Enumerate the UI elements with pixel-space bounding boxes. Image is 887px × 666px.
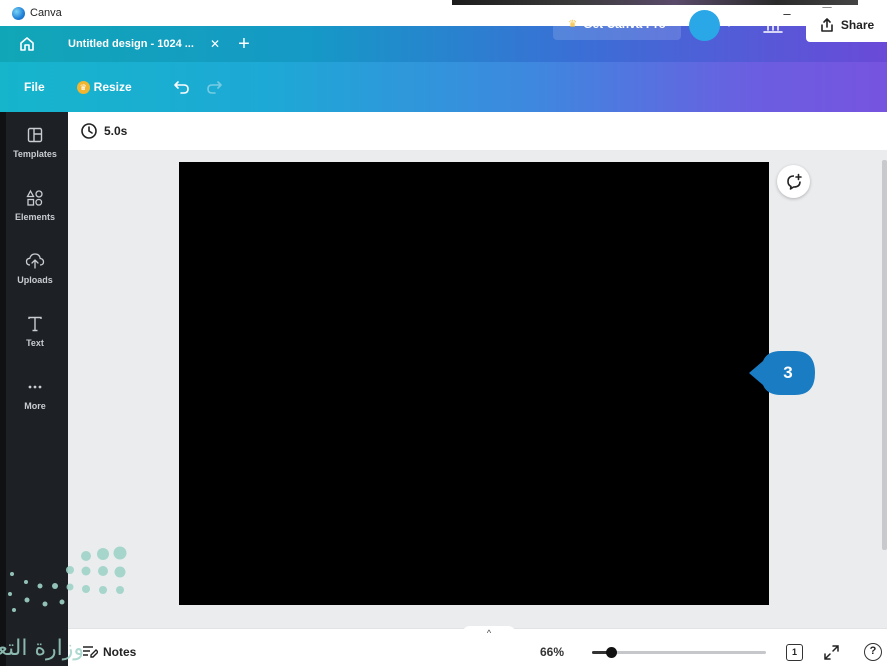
crown-icon: ♛ xyxy=(568,18,578,30)
clock-icon[interactable] xyxy=(80,122,98,140)
page-timing-bar: 5.0s xyxy=(68,112,887,150)
tab-label: Untitled design - 1024 ... xyxy=(68,38,194,50)
sidebar-item-label: Text xyxy=(26,338,44,348)
canva-logo-icon xyxy=(12,6,25,20)
design-canvas[interactable] xyxy=(179,162,769,605)
crown-icon: ♛ xyxy=(76,80,90,94)
home-icon xyxy=(20,37,34,51)
app-title: Canva xyxy=(30,7,62,19)
step-number: 3 xyxy=(783,363,793,382)
avatar[interactable] xyxy=(689,10,720,41)
home-button[interactable] xyxy=(0,26,54,62)
editor-toolbar: File ♛ Resize xyxy=(0,62,887,112)
notes-label: Notes xyxy=(103,645,137,659)
file-menu-button[interactable]: File xyxy=(24,80,45,94)
watermark-text: وزارة التعليم xyxy=(0,636,84,661)
invite-plus-button[interactable]: + xyxy=(724,13,734,33)
close-tab-icon[interactable]: ✕ xyxy=(206,37,224,51)
get-canva-pro-button[interactable]: ♛ Get Canva Pro xyxy=(553,8,681,40)
help-button[interactable]: ? xyxy=(864,643,882,661)
resize-label: Resize xyxy=(93,80,132,94)
undo-icon[interactable] xyxy=(172,77,192,97)
uploads-icon xyxy=(25,253,45,269)
add-comment-button[interactable] xyxy=(777,165,810,198)
sidebar-item-label: More xyxy=(24,401,46,411)
comment-add-icon xyxy=(786,173,802,190)
page-duration[interactable]: 5.0s xyxy=(104,124,127,138)
get-canva-pro-label: Get Canva Pro xyxy=(583,17,666,31)
sidebar-item-more[interactable]: More xyxy=(6,376,64,411)
sidebar-item-text[interactable]: Text xyxy=(6,313,64,348)
tab-bar: Untitled design - 1024 ... ✕ + xyxy=(0,26,887,62)
insights-icon[interactable] xyxy=(762,14,784,34)
page-count-button[interactable]: 1 xyxy=(786,644,803,661)
notes-button[interactable]: Notes xyxy=(82,645,136,659)
notes-icon xyxy=(83,646,98,658)
more-icon xyxy=(28,385,42,389)
zoom-level[interactable]: 66% xyxy=(540,645,564,659)
zoom-slider-handle[interactable] xyxy=(606,647,617,658)
templates-icon xyxy=(27,127,43,143)
zoom-slider[interactable] xyxy=(592,651,766,654)
sidebar-item-templates[interactable]: Templates xyxy=(6,124,64,159)
sidebar-item-label: Templates xyxy=(13,149,57,159)
new-tab-button[interactable]: + xyxy=(224,26,264,62)
sidebar-item-uploads[interactable]: Uploads xyxy=(6,250,64,285)
tab-untitled-design[interactable]: Untitled design - 1024 ... ✕ xyxy=(54,26,224,62)
text-icon xyxy=(28,316,42,332)
vertical-scrollbar[interactable] xyxy=(882,160,887,550)
sidebar-item-elements[interactable]: Elements xyxy=(6,187,64,222)
redo-icon[interactable] xyxy=(204,77,224,97)
resize-button[interactable]: ♛ Resize xyxy=(76,80,132,94)
share-button[interactable]: Share xyxy=(806,8,887,42)
share-icon xyxy=(821,18,833,32)
fullscreen-icon[interactable] xyxy=(823,644,840,661)
elements-icon xyxy=(26,189,43,206)
share-label: Share xyxy=(840,18,875,32)
show-pages-toggle[interactable]: ^ xyxy=(462,626,516,640)
sidebar-item-label: Uploads xyxy=(17,275,53,285)
sidebar-item-label: Elements xyxy=(14,212,56,222)
